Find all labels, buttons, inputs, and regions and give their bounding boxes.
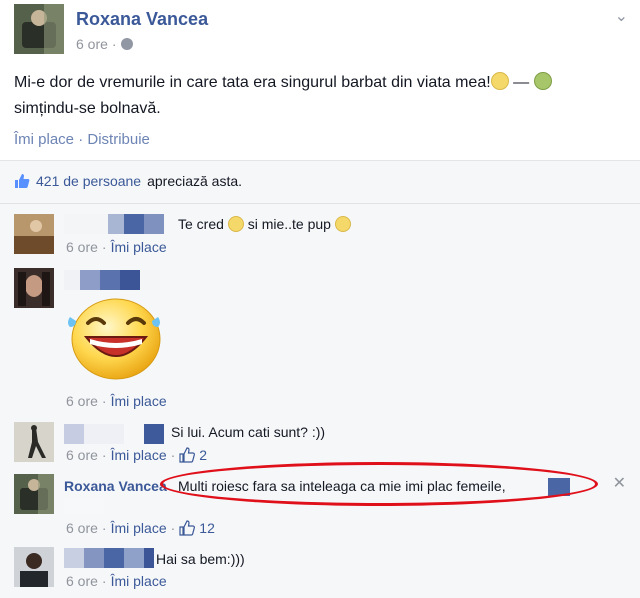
share-post-link[interactable]: Distribuie — [87, 131, 150, 148]
post-time[interactable]: 6 ore — [76, 36, 108, 52]
comment-like-link[interactable]: Îmi place — [111, 239, 167, 255]
author-avatar[interactable] — [14, 4, 64, 54]
commenter-avatar[interactable] — [14, 422, 54, 462]
meta-separator: · — [170, 447, 176, 463]
comment-text: Hai sa bem:))) — [156, 551, 245, 567]
comment-author[interactable]: Roxana Vancea — [64, 478, 167, 494]
meta-separator: · — [101, 447, 107, 463]
comment-time[interactable]: 6 ore — [66, 447, 98, 463]
post-author[interactable]: Roxana Vancea — [76, 9, 208, 30]
post-message: Mi-e dor de vremurile in care tata era s… — [14, 74, 491, 91]
commenter-name-redacted[interactable] — [64, 548, 154, 568]
comment-text: Te cred si mie..te pup — [178, 216, 351, 232]
comment-like-link[interactable]: Îmi place — [111, 447, 167, 463]
likes-summary: 421 de persoane apreciază asta. — [14, 173, 242, 189]
author-avatar[interactable] — [14, 474, 54, 514]
redacted-name-fragment — [64, 498, 104, 514]
thumbs-up-icon — [179, 447, 196, 463]
comment-time[interactable]: 6 ore — [66, 393, 98, 409]
comment-meta: 6 ore · Îmi place — [66, 239, 167, 255]
comment-like-link[interactable]: Îmi place — [111, 520, 167, 536]
close-icon[interactable]: ✕ — [613, 473, 626, 493]
likes-suffix: apreciază asta. — [147, 173, 243, 189]
feeling-text: simțindu-se bolnavă. — [14, 100, 161, 117]
meta-separator: · — [111, 36, 117, 52]
relieved-emoji-icon — [490, 72, 509, 90]
globe-icon — [120, 38, 133, 50]
comment-time[interactable]: 6 ore — [66, 573, 98, 589]
comment-like-link[interactable]: Îmi place — [111, 393, 167, 409]
likes-divider — [0, 203, 640, 204]
like-post-link[interactable]: Îmi place — [14, 131, 74, 148]
commenter-name-redacted[interactable] — [64, 270, 160, 290]
comment-text: Si lui. Acum cati sunt? :)) — [171, 424, 326, 440]
action-separator: · — [78, 131, 84, 148]
post-actions: Îmi place · Distribuie — [14, 131, 150, 148]
comment-time[interactable]: 6 ore — [66, 239, 98, 255]
comment-meta: 6 ore · Îmi place · 12 — [66, 520, 215, 536]
author-photo — [14, 4, 64, 54]
meta-separator: · — [101, 573, 107, 589]
comment-like-count[interactable]: 2 — [199, 447, 207, 463]
highlight-ellipse — [160, 462, 598, 506]
sick-emoji-icon — [533, 72, 552, 90]
comment-like-count[interactable]: 12 — [199, 520, 215, 536]
thumbs-up-icon — [15, 174, 30, 188]
commenter-name-redacted[interactable] — [64, 424, 164, 444]
smile-emoji-icon — [334, 216, 351, 232]
commenter-name-redacted[interactable] — [64, 214, 164, 234]
feeling-dash: — — [513, 74, 530, 91]
post-meta: 6 ore · — [76, 36, 133, 52]
meta-separator: · — [101, 239, 107, 255]
comment-time[interactable]: 6 ore — [66, 520, 98, 536]
likes-count-link[interactable]: 421 de persoane — [36, 173, 141, 189]
meta-separator: · — [101, 393, 107, 409]
comment-text-part1: Te cred — [178, 216, 224, 232]
comment-meta: 6 ore · Îmi place — [66, 393, 167, 409]
post-text: Mi-e dor de vremurile in care tata era s… — [14, 70, 624, 122]
meta-separator: · — [170, 520, 176, 536]
comment-meta: 6 ore · Îmi place — [66, 573, 167, 589]
laughing-sticker-icon — [68, 298, 161, 380]
comment-text-part2: si mie..te pup — [247, 216, 331, 232]
meta-separator: · — [101, 520, 107, 536]
post: Roxana Vancea 6 ore · ⌄ Mi-e dor de vrem… — [0, 0, 640, 160]
commenter-avatar[interactable] — [14, 268, 54, 308]
commenter-avatar[interactable] — [14, 547, 54, 587]
comment-like-link[interactable]: Îmi place — [111, 573, 167, 589]
thumbs-up-icon — [179, 520, 196, 536]
smile-emoji-icon — [227, 216, 244, 232]
comment-meta: 6 ore · Îmi place · 2 — [66, 447, 207, 463]
commenter-avatar[interactable] — [14, 214, 54, 254]
chevron-down-icon[interactable]: ⌄ — [615, 6, 628, 26]
